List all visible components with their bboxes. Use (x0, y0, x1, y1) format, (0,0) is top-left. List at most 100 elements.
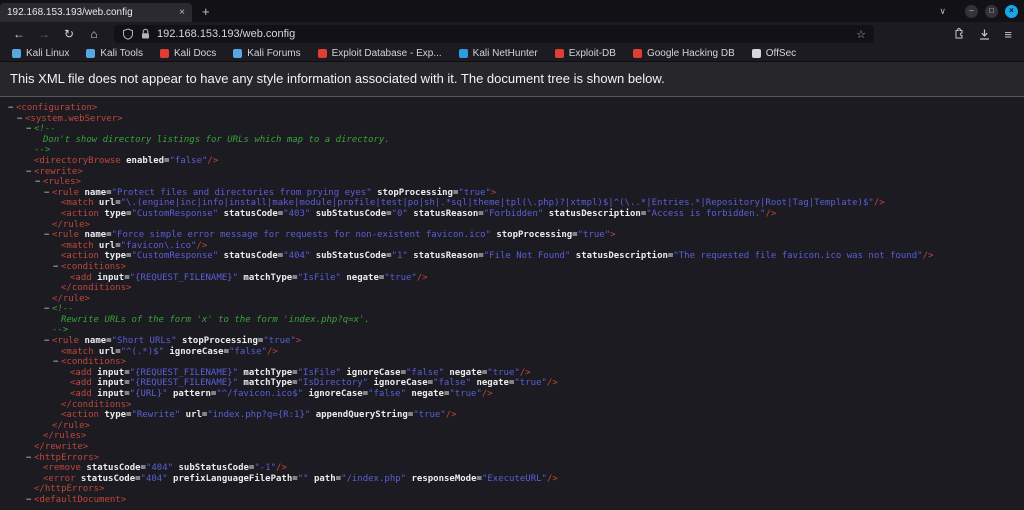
bookmark-item[interactable]: Google Hacking DB (632, 48, 735, 59)
tab-close-icon[interactable]: × (179, 7, 185, 18)
collapse-toggle-icon[interactable]: − (8, 103, 16, 114)
navigation-toolbar: ← → ↻ ⌂ 192.168.153.193/web.config ☆ ≡ (0, 22, 1024, 46)
collapse-toggle-icon[interactable]: − (44, 304, 52, 315)
xml-token-attribute: matchType= (238, 378, 298, 389)
xml-token-tag: <action (61, 251, 99, 262)
url-bar[interactable]: 192.168.153.193/web.config ☆ (114, 25, 874, 43)
xml-token-attribute: input= (91, 272, 130, 283)
maximize-button[interactable]: □ (985, 4, 998, 18)
xml-token-attribute: stopProcessing= (371, 187, 459, 198)
bookmark-label: Kali NetHunter (472, 48, 538, 59)
forward-button[interactable]: → (33, 27, 55, 41)
menu-button[interactable]: ≡ (1004, 27, 1012, 42)
xml-token-attribute: type= (98, 251, 132, 262)
bookmark-label: Exploit Database - Exp... (331, 48, 442, 59)
xml-token-value: "404" (283, 251, 311, 262)
collapse-toggle-icon[interactable]: − (53, 262, 61, 273)
url-text[interactable]: 192.168.153.193/web.config (157, 28, 850, 40)
bookmark-item[interactable]: Kali NetHunter (458, 48, 538, 59)
collapse-toggle-icon[interactable]: − (26, 495, 34, 506)
xml-token-value: "index.php?q={R:1}" (207, 410, 311, 421)
collapse-toggle-icon[interactable]: − (44, 336, 52, 347)
xml-line: <error statusCode="404" prefixLanguageFi… (0, 474, 1024, 485)
bookmark-item[interactable]: Kali Forums (233, 48, 301, 59)
xml-token-value: "true" (413, 410, 446, 421)
xml-token-value: "Short URLs" (111, 336, 177, 347)
xml-token-attribute: name= (79, 336, 112, 347)
xml-token-tag: </rule> (52, 293, 90, 304)
xml-line: <remove statusCode="404" subStatusCode="… (0, 463, 1024, 474)
xml-token-attribute: matchType= (238, 272, 298, 283)
bookmark-label: Kali Docs (173, 48, 217, 59)
bookmark-item[interactable]: Exploit-DB (554, 48, 616, 59)
xml-line: </rule> (0, 294, 1024, 305)
shield-icon[interactable] (122, 28, 134, 40)
xml-token-value: "Forbidden" (483, 208, 544, 219)
close-button[interactable]: × (1005, 4, 1018, 18)
xml-line: </conditions> (0, 400, 1024, 411)
xml-line: − <configuration> (0, 103, 1024, 114)
xml-token-value: "false" (229, 346, 267, 357)
bookmark-item[interactable]: Exploit Database - Exp... (317, 48, 442, 59)
tab-title: 192.168.153.193/web.config (7, 7, 133, 18)
bookmark-item[interactable]: Kali Docs (159, 48, 217, 59)
xml-token-tag: </rule> (52, 420, 90, 431)
xml-token-tag: <add (70, 367, 92, 378)
browser-tab[interactable]: 192.168.153.193/web.config × (0, 3, 192, 22)
xml-line: <add input="{URL}" pattern="^/favicon.ic… (0, 389, 1024, 400)
bookmark-item[interactable]: OffSec (751, 48, 796, 59)
xml-token-attribute: url= (93, 240, 121, 251)
list-tabs-icon[interactable]: ∨ (939, 6, 946, 17)
collapse-toggle-icon[interactable]: − (26, 124, 34, 135)
collapse-toggle-icon[interactable]: − (53, 357, 61, 368)
xml-token-tag: <directoryBrowse (34, 155, 121, 166)
xml-style-notice: This XML file does not appear to have an… (0, 62, 1024, 97)
home-button[interactable]: ⌂ (83, 27, 105, 41)
downloads-icon[interactable] (978, 28, 991, 41)
xml-line: − <rule name="Force simple error message … (0, 230, 1024, 241)
xml-token-value: "404" (140, 473, 168, 484)
xml-token-value: "IsDirectory" (297, 378, 369, 389)
xml-token-attribute: stopProcessing= (176, 336, 264, 347)
xml-token-tag: <action (61, 208, 99, 219)
collapse-toggle-icon[interactable]: − (44, 230, 52, 241)
reload-button[interactable]: ↻ (58, 27, 80, 41)
bookmark-star-icon[interactable]: ☆ (856, 28, 866, 41)
xml-token-value: "/index.php" (341, 473, 407, 484)
xml-token-tag: <remove (43, 463, 81, 474)
xml-token-tag: /> (546, 473, 558, 484)
xml-token-value: "0" (391, 208, 408, 219)
collapse-toggle-icon[interactable]: − (44, 188, 52, 199)
collapse-toggle-icon[interactable]: − (26, 167, 34, 178)
xml-token-comment: <!-- (52, 304, 74, 315)
lock-icon[interactable] (140, 28, 151, 40)
xml-token-attribute: url= (180, 410, 208, 421)
collapse-toggle-icon[interactable]: − (26, 453, 34, 464)
xml-token-value: "The requested file favicon.ico was not … (673, 251, 923, 262)
back-button[interactable]: ← (8, 27, 30, 41)
collapse-toggle-icon[interactable]: − (35, 177, 43, 188)
minimize-button[interactable]: – (965, 4, 978, 18)
extensions-icon[interactable] (952, 27, 965, 41)
new-tab-button[interactable]: + (202, 4, 210, 19)
xml-token-attribute: url= (93, 198, 121, 209)
xml-line: --> (0, 145, 1024, 156)
xml-line: <match url="favicon\.ico"/> (0, 241, 1024, 252)
xml-token-tag: /> (196, 240, 208, 251)
xml-token-value: "favicon\.ico" (120, 240, 197, 251)
bookmark-favicon (458, 49, 468, 58)
xml-token-attribute: subStatusCode= (310, 251, 392, 262)
xml-line: <directoryBrowse enabled="false"/> (0, 156, 1024, 167)
xml-token-value: "true" (449, 389, 482, 400)
xml-token-tag: </rule> (52, 219, 90, 230)
xml-token-value: "CustomResponse" (131, 208, 219, 219)
xml-token-comment: --> (52, 325, 69, 336)
xml-token-tag: /> (207, 155, 219, 166)
bookmark-item[interactable]: Kali Tools (86, 48, 143, 59)
collapse-toggle-icon[interactable]: − (17, 114, 25, 125)
bookmark-favicon (86, 49, 96, 58)
xml-token-attribute: input= (91, 367, 130, 378)
bookmark-item[interactable]: Kali Linux (12, 48, 69, 59)
bookmark-label: Kali Forums (247, 48, 301, 59)
xml-token-attribute: stopProcessing= (490, 230, 578, 241)
